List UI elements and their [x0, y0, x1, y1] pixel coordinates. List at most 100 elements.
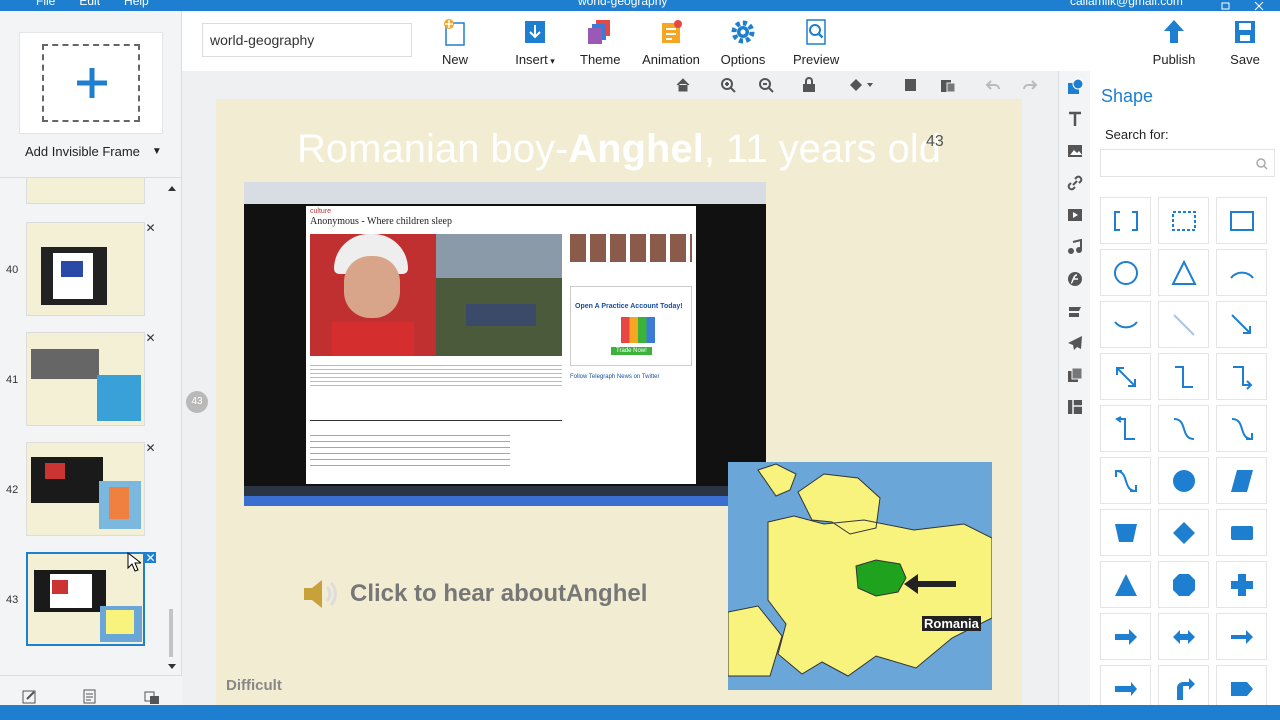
new-label: New [441, 52, 468, 67]
close-icon[interactable]: ✕ [145, 331, 156, 345]
image-tool-icon[interactable] [1065, 141, 1085, 161]
frame-thumbnail[interactable] [26, 178, 145, 204]
theme-button[interactable]: Theme [580, 17, 620, 67]
plane-tool-icon[interactable] [1065, 333, 1085, 353]
filename-input[interactable] [202, 23, 412, 57]
frame-thumbnail[interactable] [26, 442, 145, 536]
theme-icon [588, 20, 610, 44]
pentagon-arrow-shape[interactable] [1216, 665, 1267, 705]
add-invisible-frame-dropdown[interactable]: Add Invisible Frame ▼ [25, 144, 162, 159]
triangle-shape[interactable] [1158, 249, 1209, 296]
trapezoid-shape[interactable] [1100, 509, 1151, 556]
link-tool-icon[interactable] [1065, 173, 1085, 193]
circle-shape[interactable] [1100, 249, 1151, 296]
title-age: , 11 years old [703, 127, 941, 171]
close-icon[interactable]: ✕ [145, 441, 156, 455]
menu-file[interactable]: File [36, 0, 55, 8]
animation-button[interactable]: Animation [642, 17, 700, 67]
frame-number: 42 [6, 484, 19, 496]
curve-double-arrow-shape[interactable] [1100, 457, 1151, 504]
line-shape[interactable] [1158, 301, 1209, 348]
text-tool-icon[interactable] [1065, 109, 1085, 129]
smile-arc-shape[interactable] [1100, 301, 1151, 348]
layout-tool-icon[interactable] [1065, 397, 1085, 417]
home-icon[interactable] [673, 75, 693, 95]
chevron-down-icon: ▼ [151, 146, 162, 157]
elbow-double-arrow-shape[interactable] [1100, 405, 1151, 452]
parallelogram-shape[interactable] [1216, 457, 1267, 504]
flash-tool-icon[interactable] [1065, 269, 1085, 289]
curved-arrow-shape[interactable] [1158, 665, 1209, 705]
options-label: Options [720, 52, 766, 67]
right-arrow-shape[interactable] [1100, 613, 1151, 660]
publish-button[interactable]: Publish [1152, 17, 1196, 67]
shape-tool-icon[interactable] [1065, 77, 1085, 97]
redo-icon[interactable] [1020, 75, 1040, 95]
insert-label: Insert [515, 52, 548, 67]
bold-right-arrow-shape[interactable] [1216, 613, 1267, 660]
animation-icon [662, 20, 682, 43]
fill-bucket-icon[interactable] [846, 75, 876, 95]
undo-icon[interactable] [983, 75, 1003, 95]
taskbar [244, 486, 766, 496]
close-window-icon[interactable] [1254, 0, 1264, 11]
music-tool-icon[interactable] [1065, 237, 1085, 257]
audio-button[interactable]: Click to hear aboutAnghel [300, 576, 647, 612]
shape-search-input[interactable] [1100, 149, 1275, 177]
menu-edit[interactable]: Edit [79, 0, 100, 8]
zoom-out-icon[interactable] [756, 75, 776, 95]
filled-triangle-shape[interactable] [1100, 561, 1151, 608]
insert-button[interactable]: Insert ▾ [510, 17, 560, 67]
slide-frame[interactable]: Romanian boy-Anghel, 11 years old 43 cul… [216, 99, 1022, 705]
diamond-shape[interactable] [1158, 509, 1209, 556]
arc-shape[interactable] [1216, 249, 1267, 296]
thumb-image [34, 570, 106, 612]
frame-thumbnail[interactable] [26, 222, 145, 316]
rounded-rectangle-shape[interactable] [1216, 509, 1267, 556]
curve-arrow-shape[interactable] [1216, 405, 1267, 452]
canvas-toolbar [182, 71, 1058, 99]
double-arrow-line-shape[interactable] [1100, 353, 1151, 400]
video-tool-icon[interactable] [1065, 205, 1085, 225]
new-button[interactable]: New [440, 17, 470, 67]
options-button[interactable]: Options [720, 17, 766, 67]
notched-arrow-shape[interactable] [1100, 665, 1151, 705]
add-frame-button[interactable] [19, 32, 163, 134]
zoom-in-icon[interactable] [718, 75, 738, 95]
close-icon[interactable]: ✕ [145, 221, 156, 235]
paste-icon[interactable] [938, 75, 958, 95]
elbow-connector-shape[interactable] [1158, 353, 1209, 400]
menu-help[interactable]: Help [124, 0, 149, 8]
close-icon[interactable]: ✕ [145, 551, 156, 565]
title-bar: File Edit Help world-geography callamlik… [0, 0, 1280, 11]
search-icon [1256, 158, 1268, 170]
filled-circle-shape[interactable] [1158, 457, 1209, 504]
rectangle-shape[interactable] [1216, 197, 1267, 244]
embedded-webpage-screenshot[interactable]: culture Anonymous - Where children sleep… [244, 182, 766, 506]
cross-shape[interactable] [1216, 561, 1267, 608]
copy-icon[interactable] [901, 75, 921, 95]
dashed-rectangle-shape[interactable] [1158, 197, 1209, 244]
curve-shape[interactable] [1158, 405, 1209, 452]
ad-title: Open A Practice Account Today! [575, 303, 683, 310]
restore-window-icon[interactable] [1221, 0, 1231, 10]
frames-scrollbar[interactable] [166, 181, 178, 675]
copy-frame-tool-icon[interactable] [1065, 365, 1085, 385]
slide-title[interactable]: Romanian boy-Anghel, 11 years old [216, 127, 1022, 172]
thumb-map [97, 375, 141, 421]
octagon-shape[interactable] [1158, 561, 1209, 608]
left-right-arrow-shape[interactable] [1158, 613, 1209, 660]
frame-thumbnail[interactable] [26, 332, 145, 426]
layers-tool-icon[interactable] [1065, 301, 1085, 321]
editing-canvas[interactable]: Romanian boy-Anghel, 11 years old 43 cul… [182, 99, 1058, 705]
elbow-arrow-shape[interactable] [1216, 353, 1267, 400]
arrow-line-shape[interactable] [1216, 301, 1267, 348]
bracket-shape[interactable] [1100, 197, 1151, 244]
thumb-map [100, 606, 142, 642]
lock-icon[interactable] [799, 75, 819, 95]
frame-number-label: 43 [926, 133, 944, 150]
preview-button[interactable]: Preview [793, 17, 839, 67]
user-email[interactable]: callamlik@gmail.com [1070, 0, 1183, 8]
europe-map[interactable]: Romania [728, 462, 992, 690]
save-button[interactable]: Save [1230, 17, 1260, 67]
